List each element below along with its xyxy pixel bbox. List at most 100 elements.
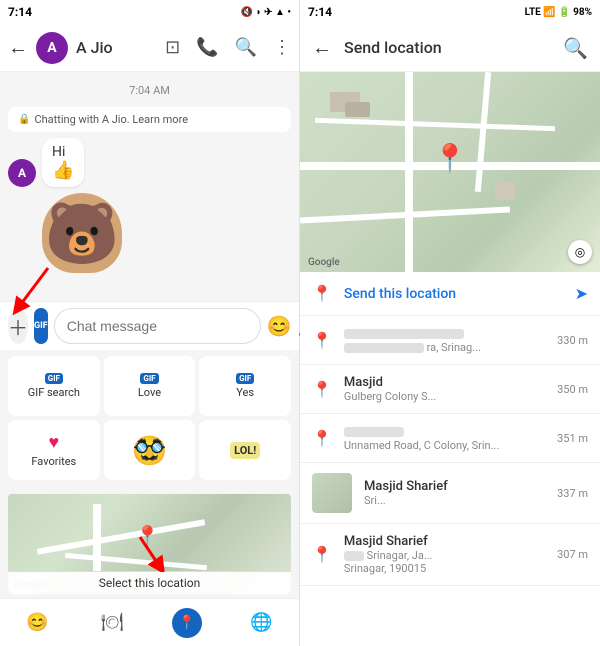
map-main-road-v1 [405,72,413,272]
status-time-right: 7:14 [308,5,332,19]
contact-avatar: A [36,32,68,64]
gif-icon-text: GIF [34,321,48,331]
contact-name: A Jio [76,38,157,57]
map-main-bg: 📍 ◎ Google [300,72,600,272]
location-address-4: Srinagar, Ja... [344,549,549,562]
gif-row-2: ♥ Favorites 🥸 LOL! [8,420,291,480]
location-item-2[interactable]: 📍 Unnamed Road, C Colony, Srin... 351 m [300,414,600,463]
gif-row-1: GIF GIF search GIF Love GIF Yes [8,356,291,416]
thumb-emoji: 👍 [52,160,74,181]
location-item-1[interactable]: 📍 Masjid Gulberg Colony S... 350 m [300,365,600,414]
location-address-0: ra, Srinag... [344,341,549,354]
more-icon[interactable]: ⋮ [273,37,291,58]
map-main-pin: 📍 [433,142,468,175]
select-location-text[interactable]: Select this location [99,576,200,590]
gif-love-cell[interactable]: GIF Love [104,356,196,416]
status-bar-right: 7:14 LTE 📶 🔋 98% [300,0,600,24]
location-list: 📍 Send this location ➤ 📍 ra, Srinag... 3… [300,272,600,646]
map-google-label-right: Google [308,257,340,268]
location-address-1: Gulberg Colony S... [344,390,549,403]
chat-notice: 🔒 Chatting with A Jio. Learn more [8,107,291,132]
location-name-0 [344,326,549,341]
send-location-title: Send location [344,38,551,57]
location-distance-2: 351 m [557,432,588,445]
heart-icon: ♥ [48,432,59,453]
location-pin-icon-4: 📍 [312,545,332,564]
status-time-left: 7:14 [8,5,32,19]
map-building-2 [345,102,370,117]
nav-food[interactable]: 🍽 [75,599,150,646]
map-building-3 [495,182,515,200]
map-main[interactable]: 📍 ◎ Google [300,72,600,272]
bottom-nav: 😊 🍽 📍 🌐 [0,598,299,646]
send-this-location-item[interactable]: 📍 Send this location ➤ [300,272,600,316]
location-address-3: Sri... [364,494,549,507]
location-distance-0: 330 m [557,334,588,347]
lol-sticker: LOL! [230,442,260,459]
bear-sticker-container: 🐻 [8,193,291,273]
location-distance-1: 350 m [557,383,588,396]
map-road-3 [65,553,206,570]
location-info-3: Masjid Sharief Sri... [364,479,549,507]
map-pin-small: 📍 [135,524,160,548]
back-button[interactable]: ← [8,35,28,60]
location-address-2: Unnamed Road, C Colony, Srin... [344,439,549,452]
gif-badge-love: GIF [140,373,158,384]
location-info-2: Unnamed Road, C Colony, Srin... [344,424,549,452]
send-this-location-text: Send this location [344,286,575,302]
gif-sticker-cell1[interactable]: 🥸 [104,420,196,480]
gif-badge-yes: GIF [236,373,254,384]
nav-location[interactable]: 📍 [150,599,225,646]
lock-icon: 🔒 [18,114,30,125]
send-location-bar: ← Send location 🔍 [300,24,600,72]
gif-search-cell[interactable]: GIF GIF search [8,356,100,416]
emoji-nav-icon: 😊 [26,612,48,633]
phone-icon[interactable]: 📞 [196,37,218,58]
emoji-button[interactable]: 😊 [267,314,292,338]
favorites-label: Favorites [31,455,76,468]
send-loc-back-button[interactable]: ← [312,35,332,60]
map-compass[interactable]: ◎ [568,240,592,264]
video-call-icon[interactable]: ⊡ [165,37,180,58]
gif-yes-cell[interactable]: GIF Yes [199,356,291,416]
gif-favorites-cell[interactable]: ♥ Favorites [8,420,100,480]
search-icon[interactable]: 🔍 [235,37,257,58]
location-distance-3: 337 m [557,487,588,500]
location-item-4[interactable]: 📍 Masjid Sharief Srinagar, Ja... Srinaga… [300,524,600,586]
gif-panel: GIF GIF search GIF Love GIF Yes ♥ Favori… [0,350,299,646]
chat-area: 7:04 AM 🔒 Chatting with A Jio. Learn mor… [0,72,299,301]
food-nav-icon: 🍽 [101,612,124,633]
location-pin-icon-0: 📍 [312,331,332,350]
nav-emoji[interactable]: 😊 [0,599,75,646]
gif-sticker-cell2[interactable]: LOL! [199,420,291,480]
message-text-hi: Hi [52,144,65,160]
gif-yes-label: Yes [236,386,254,399]
chat-input[interactable] [54,308,261,344]
location-nav-icon: 📍 [172,608,202,638]
location-info-1: Masjid Gulberg Colony S... [344,375,549,403]
message-row-hi: A Hi 👍 [8,138,291,187]
status-icons-right: LTE 📶 🔋 98% [525,7,592,18]
location-name-2 [344,424,549,439]
gif-search-label: GIF search [28,386,80,399]
nav-more[interactable]: 🌐 [224,599,299,646]
gif-button[interactable]: GIF [34,308,48,344]
status-bar-left: 7:14 🔇 ◗ ✈ ▲ • [0,0,299,24]
gif-badge: GIF [45,373,63,384]
location-distance-4: 307 m [557,548,588,561]
map-preview-strip[interactable]: 📍 Google Select this location [8,494,291,594]
status-icons-left: 🔇 ◗ ✈ ▲ • [241,7,291,18]
right-panel: 7:14 LTE 📶 🔋 98% ← Send location 🔍 📍 ◎ G… [300,0,600,646]
add-button[interactable]: ＋ [8,308,28,344]
location-name-1: Masjid [344,375,549,390]
location-item-0[interactable]: 📍 ra, Srinag... 330 m [300,316,600,365]
gif-love-label: Love [138,386,161,399]
location-info-0: ra, Srinag... [344,326,549,354]
map-road-1 [37,519,205,554]
location-item-3[interactable]: Masjid Sharief Sri... 337 m [300,463,600,524]
app-bar-left: ← A A Jio ⊡ 📞 🔍 ⋮ [0,24,299,72]
send-arrow-icon: ➤ [575,284,588,303]
select-location-bar[interactable]: Select this location [8,571,291,594]
send-loc-search-icon[interactable]: 🔍 [563,36,588,60]
location-pin-icon-1: 📍 [312,380,332,399]
